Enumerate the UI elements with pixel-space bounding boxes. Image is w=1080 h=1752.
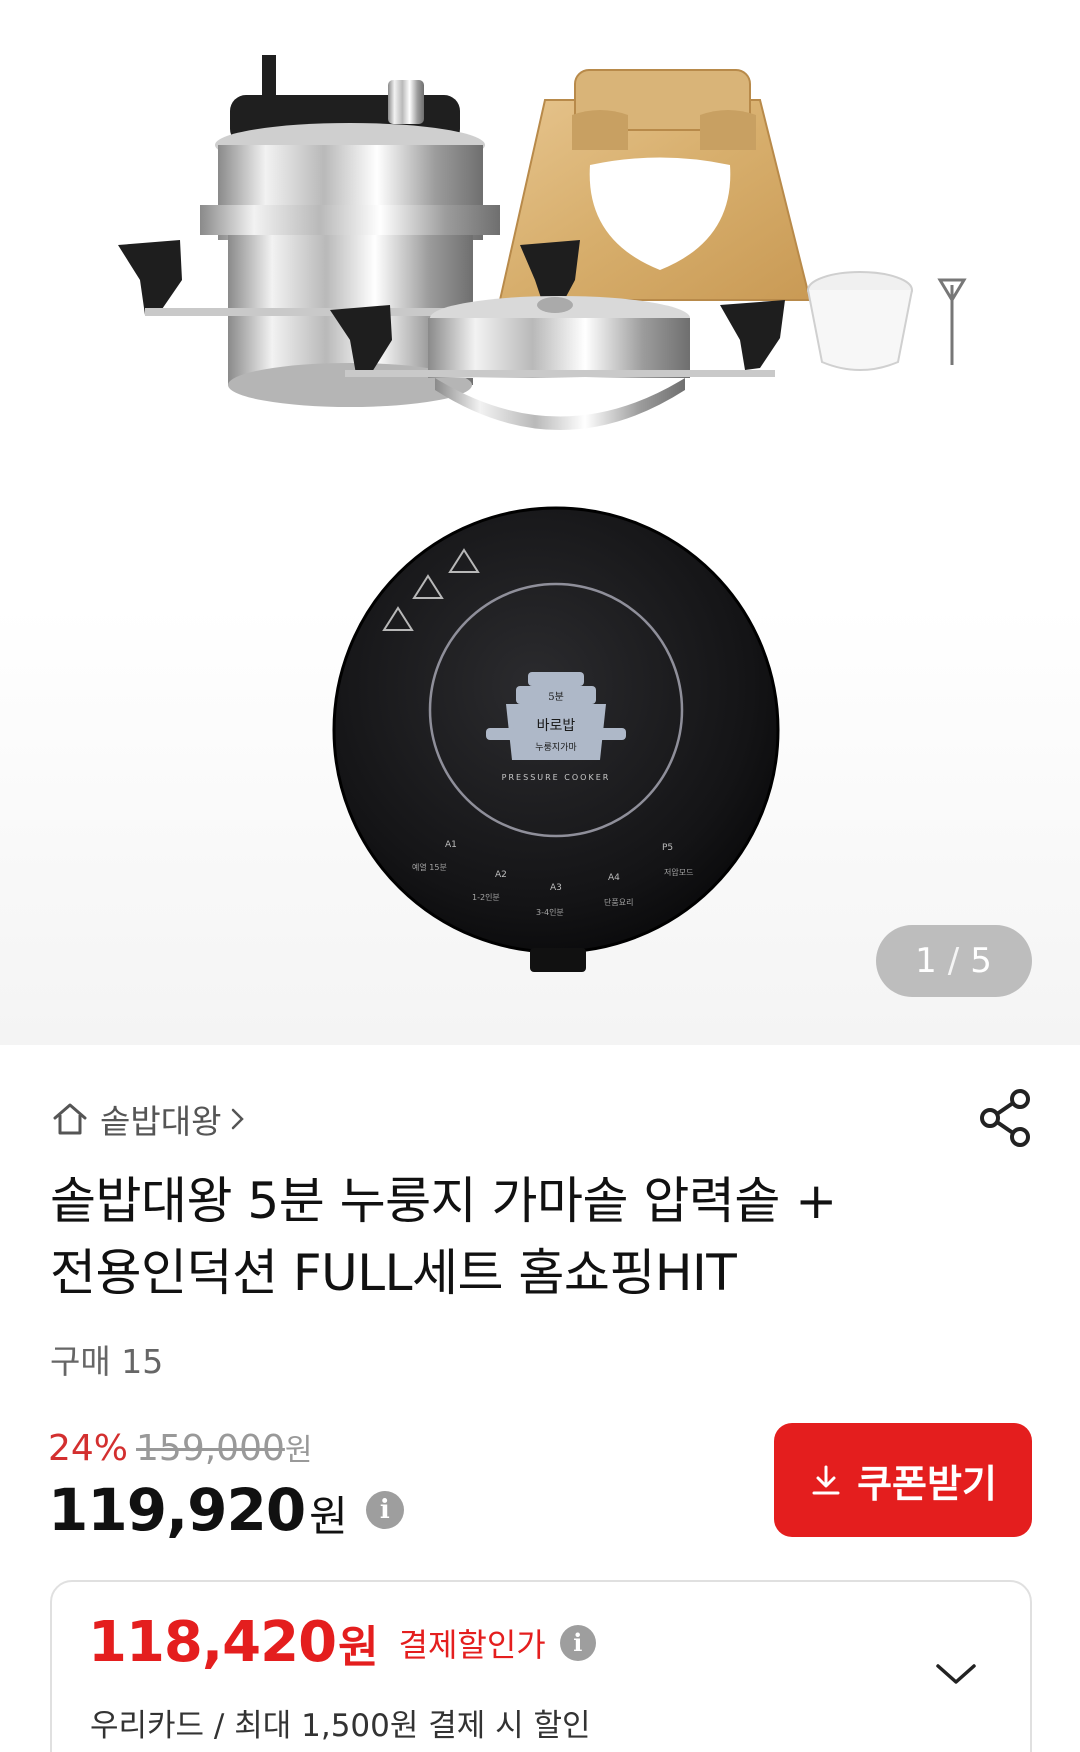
current-page: 1	[915, 941, 938, 981]
mode-a3-desc: 3-4인분	[536, 907, 564, 917]
product-title: 솥밥대왕 5분 누룽지 가마솥 압력솥 + 전용인덕션 FULL세트 홈쇼핑HI…	[50, 1165, 1010, 1309]
payment-discount-description: 우리카드 / 최대 1,500원 결제 시 할인	[90, 1708, 591, 1744]
product-info-section: 솥밥대왕 솥밥대왕 5분 누룽지 가마솥 압력솥 + 전용인덕션 FULL세트 …	[0, 1045, 1080, 1752]
payment-info-icon[interactable]: i	[559, 1624, 596, 1661]
original-price: 159,000	[136, 1428, 285, 1469]
discount-rate: 24%	[48, 1428, 129, 1469]
mode-a4-desc: 단품요리	[604, 897, 633, 907]
product-image-gallery[interactable]: 5분 바로밥 누룽지가마 PRESSURE COOKER A1 A2 A3 A4…	[0, 0, 1080, 1045]
payment-discount-box[interactable]: 118,420 원 결제할인가 i 우리카드 / 최대 1,500원 결제 시 …	[50, 1580, 1032, 1752]
mode-a2-desc: 1-2인분	[472, 892, 500, 902]
chevron-right-icon	[232, 1108, 245, 1130]
logo-main-text: 바로밥	[537, 718, 576, 734]
purchase-count: 구매 15	[50, 1342, 164, 1381]
share-icon[interactable]	[978, 1087, 1034, 1149]
original-price-unit: 원	[284, 1433, 313, 1468]
sale-price: 119,920	[48, 1475, 306, 1544]
steam-pin	[937, 278, 967, 365]
mode-a1-desc: 예열 15분	[412, 862, 447, 872]
product-title-line2: 전용인덕션 FULL세트 홈쇼핑HIT	[50, 1244, 737, 1302]
discount-row: 24% 159,000 원	[48, 1425, 313, 1469]
price-info-icon[interactable]: i	[365, 1490, 404, 1529]
mode-p-label: P5	[662, 843, 673, 853]
induction-cooktop: 5분 바로밥 누룽지가마 PRESSURE COOKER A1 A2 A3 A4…	[332, 506, 780, 972]
product-image: 5분 바로밥 누룽지가마 PRESSURE COOKER A1 A2 A3 A4…	[118, 55, 967, 972]
logo-ring-text: PRESSURE COOKER	[502, 773, 611, 782]
logo-sub-text: 누룽지가마	[535, 742, 577, 753]
mode-a4-label: A4	[608, 873, 620, 883]
mode-p-desc: 저압모드	[664, 868, 693, 877]
sale-price-unit: 원	[309, 1492, 348, 1541]
payment-discount-label: 결제할인가	[398, 1625, 546, 1664]
download-icon	[812, 1465, 840, 1495]
store-name: 솥밥대왕	[100, 1102, 222, 1141]
mode-a1-label: A1	[445, 840, 457, 850]
logo-top-text: 5분	[548, 691, 564, 703]
payment-discount-unit: 원	[338, 1621, 379, 1673]
measuring-cup	[807, 271, 913, 371]
product-title-line1: 솥밥대왕 5분 누룽지 가마솥 압력솥 +	[50, 1172, 837, 1230]
payment-discount-price-row: 118,420 원 결제할인가 i	[88, 1610, 596, 1675]
image-page-indicator: 1 / 5	[876, 925, 1032, 997]
page-separator: /	[947, 941, 961, 981]
total-pages: 5	[970, 941, 993, 981]
sale-price-row: 119,920 원 i	[48, 1475, 404, 1544]
chevron-down-icon[interactable]	[932, 1658, 980, 1690]
home-icon	[53, 1103, 87, 1135]
mode-a3-label: A3	[550, 883, 562, 893]
coupon-button-label: 쿠폰받기	[857, 1461, 997, 1506]
coupon-download-button[interactable]: 쿠폰받기	[774, 1423, 1032, 1537]
mode-a2-label: A2	[495, 870, 507, 880]
store-link[interactable]: 솥밥대왕	[50, 1095, 247, 1143]
payment-discount-price: 118,420	[88, 1610, 337, 1675]
